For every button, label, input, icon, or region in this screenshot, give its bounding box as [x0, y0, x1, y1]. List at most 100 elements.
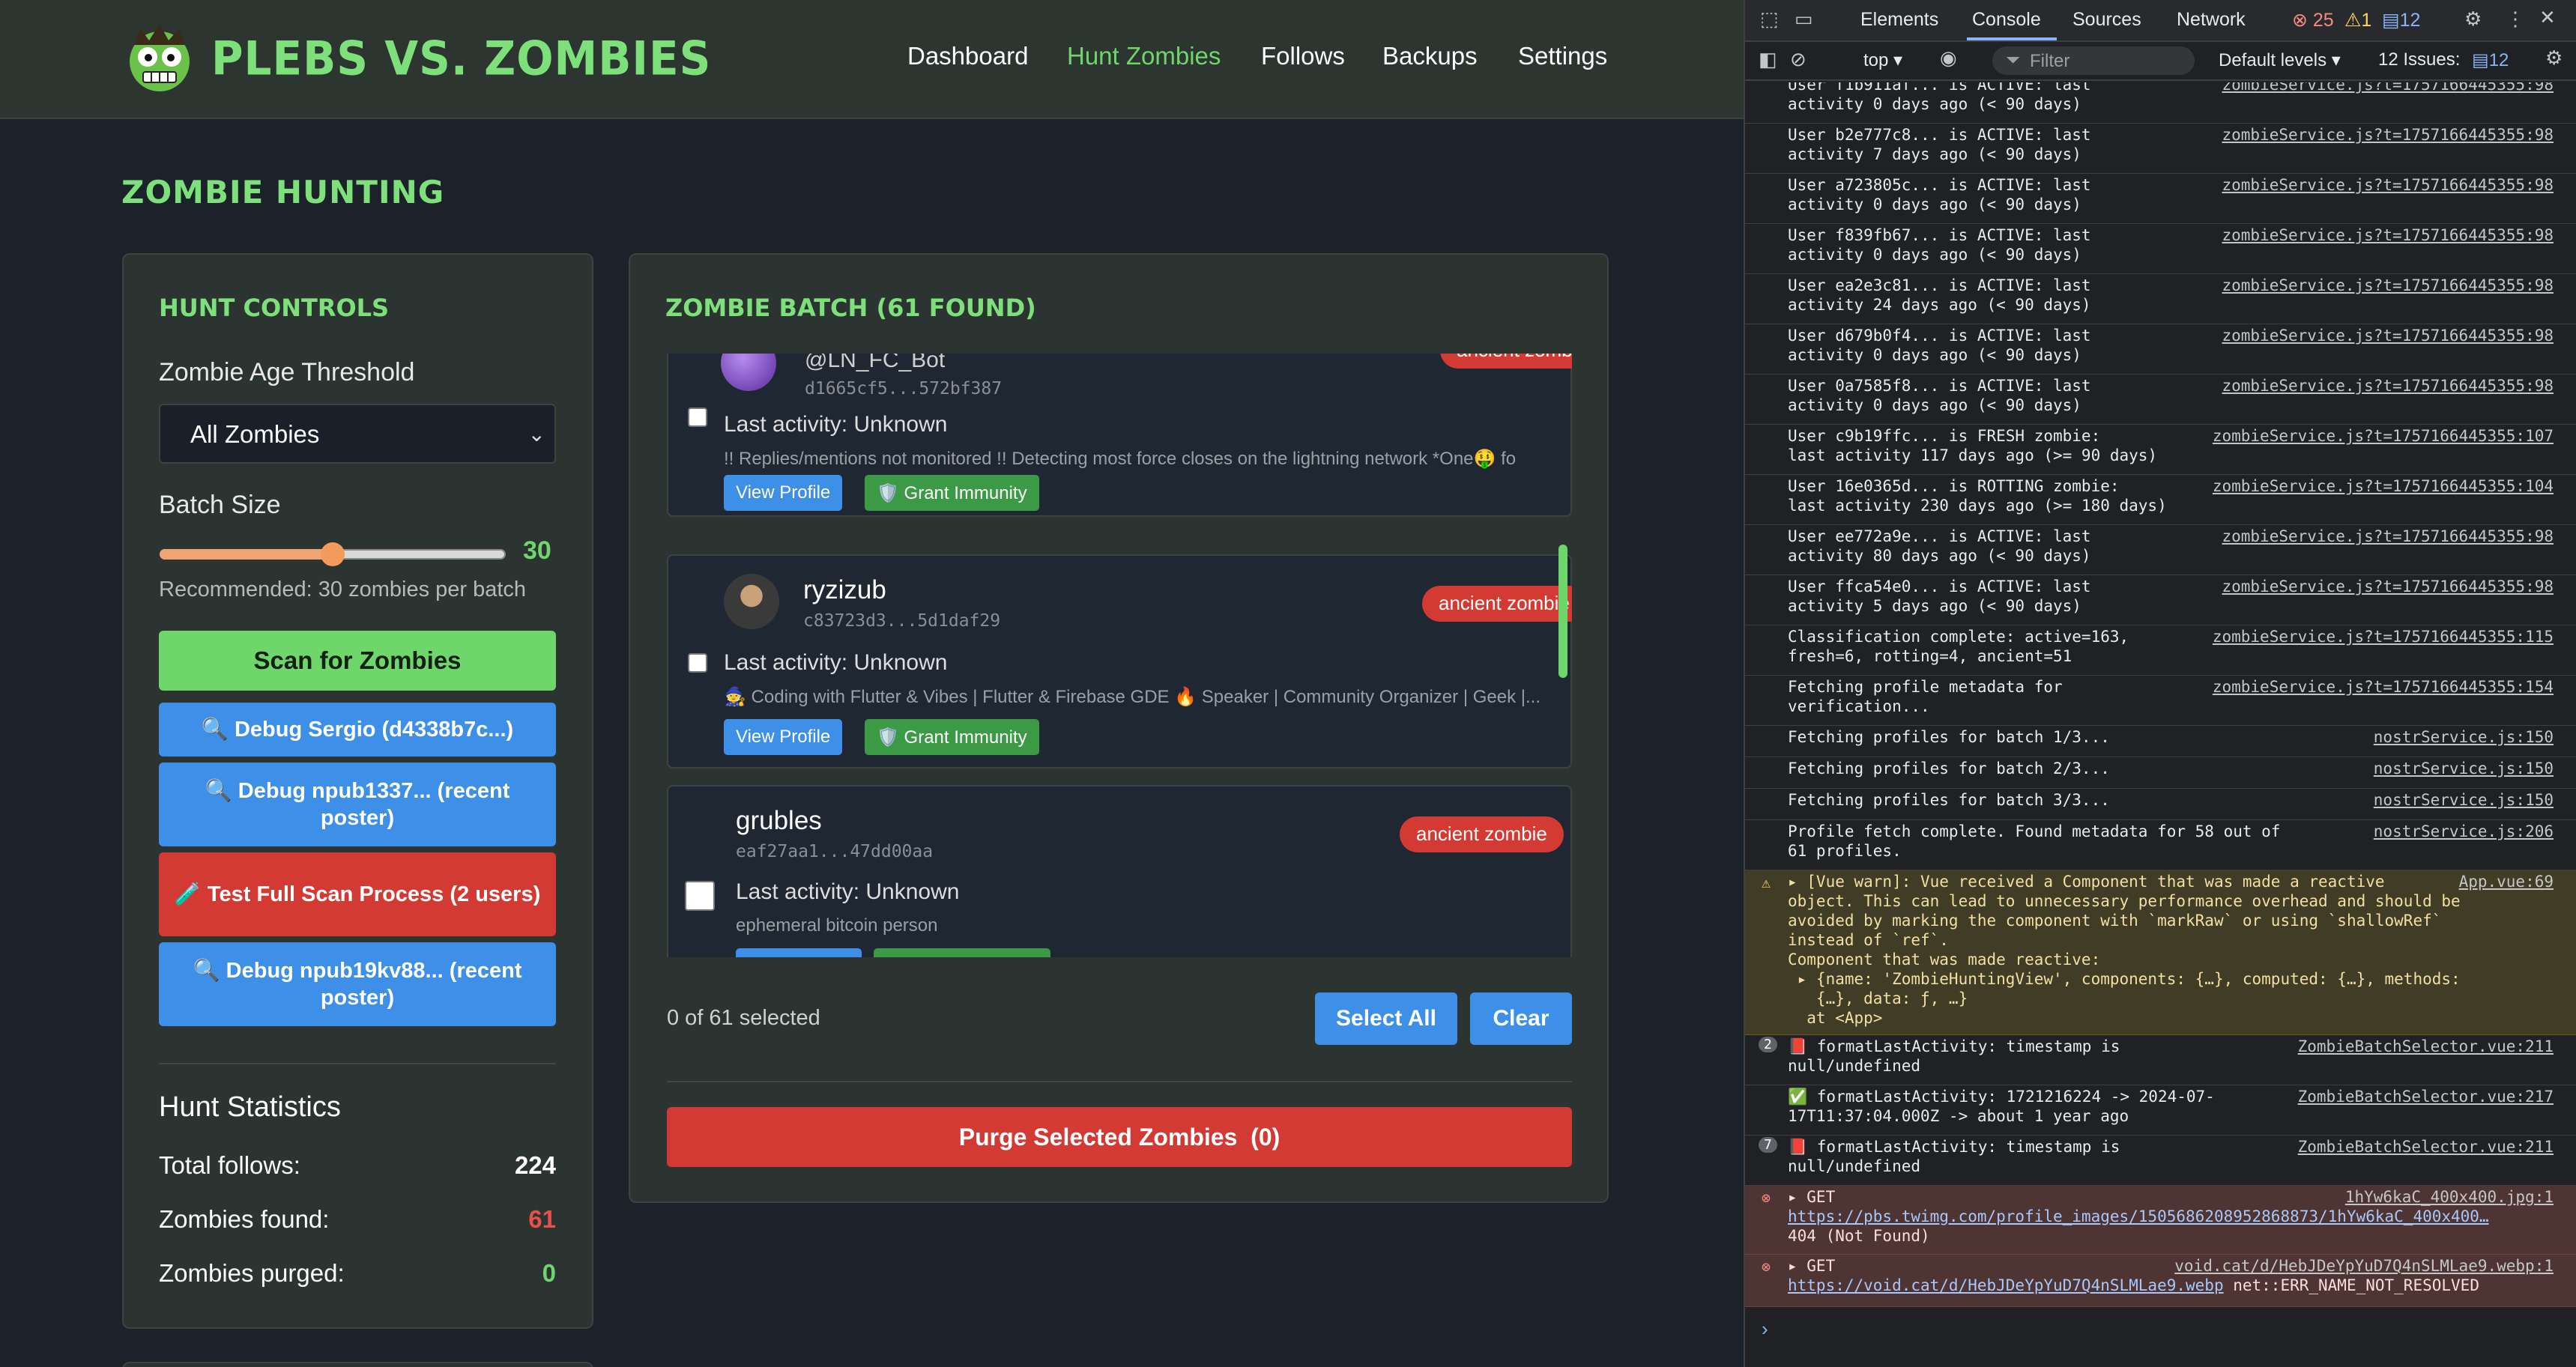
console-source-link[interactable]: zombieService.js?t=1757166445355:107	[2213, 426, 2554, 446]
nav-dashboard[interactable]: Dashboard	[907, 42, 1028, 79]
issues-label[interactable]: 12 Issues:	[2378, 49, 2460, 70]
grant-immunity-button[interactable]: 🛡️ Grant Immunity	[865, 719, 1039, 755]
nav-follows[interactable]: Follows	[1261, 42, 1345, 79]
console-source-link[interactable]: zombieService.js?t=1757166445355:98	[2222, 225, 2554, 245]
console-source-link[interactable]: zombieService.js?t=1757166445355:98	[2222, 326, 2554, 345]
nav-hunt-zombies[interactable]: Hunt Zombies	[1067, 42, 1221, 79]
console-source-link[interactable]: zombieService.js?t=1757166445355:98	[2222, 276, 2554, 295]
zombie-batch-list[interactable]: @LN_FC_Bot d1665cf5...572bf387 Last acti…	[665, 354, 1572, 957]
console-message-text: User ffca54e0... is ACTIVE: last activit…	[1788, 578, 2091, 615]
zombies-purged-value: 0	[542, 1259, 556, 1287]
zombie-card: ryzizub c83723d3...5d1daf29 Last activit…	[667, 554, 1572, 769]
console-source-link[interactable]: nostrService.js:206	[2374, 822, 2554, 841]
device-toolbar-icon[interactable]: ▭	[1795, 7, 1813, 31]
console-message: Fetching profile metadata for verificati…	[1745, 676, 2576, 726]
console-message-text: User a723805c... is ACTIVE: last activit…	[1788, 176, 2091, 213]
nav-backups[interactable]: Backups	[1382, 42, 1478, 79]
sidebar-toggle-icon[interactable]: ◧	[1759, 48, 1777, 71]
log-levels-dropdown[interactable]: Default levels ▾	[2219, 49, 2341, 71]
console-source-link[interactable]: zombieService.js?t=1757166445355:98	[2222, 577, 2554, 596]
console-source-link[interactable]: zombieService.js?t=1757166445355:104	[2213, 476, 2554, 496]
console-message: User ffca54e0... is ACTIVE: last activit…	[1745, 575, 2576, 625]
warning-count-icon[interactable]: ⚠1	[2344, 9, 2371, 31]
console-filter-input[interactable]: ⏷ Filter	[1992, 46, 2195, 75]
batch-scrollbar[interactable]	[1558, 545, 1567, 678]
select-all-button[interactable]: Select All	[1315, 992, 1457, 1045]
view-profile-button[interactable]: View Profile	[724, 719, 843, 755]
console-source-link[interactable]: zombieService.js?t=1757166445355:98	[2222, 376, 2554, 395]
console-source-link[interactable]: nostrService.js:150	[2374, 727, 2554, 747]
zombies-purged-label: Zombies purged:	[159, 1259, 345, 1287]
console-source-link[interactable]: zombieService.js?t=1757166445355:98	[2222, 527, 2554, 546]
console-source-link[interactable]: zombieService.js?t=1757166445355:98	[2222, 175, 2554, 195]
zombie-name[interactable]: @LN_FC_Bot	[805, 354, 945, 373]
issues-count-icon[interactable]: ▤12	[2382, 9, 2420, 31]
zombie-checkbox[interactable]	[688, 653, 707, 673]
issues-badge[interactable]: ▤12	[2472, 49, 2509, 71]
console-prompt[interactable]: ›	[1762, 1318, 1768, 1341]
console-source-link[interactable]: zombieService.js?t=1757166445355:98	[2222, 82, 2554, 94]
debug-sergio-button[interactable]: 🔍 Debug Sergio (d4338b7c...)	[159, 703, 556, 757]
debug-npub19kv88-button[interactable]: 🔍 Debug npub19kv88... (recent poster)	[159, 942, 556, 1026]
inspect-element-icon[interactable]: ⬚	[1760, 7, 1779, 31]
error-icon: ⊗	[1762, 1189, 1771, 1207]
zombie-checkbox[interactable]	[685, 881, 715, 911]
repeat-count-badge: 7	[1759, 1137, 1777, 1153]
more-options-icon[interactable]: ⋮	[2506, 7, 2525, 31]
error-url-link[interactable]: https://void.cat/d/HebJDeYpYuD7Q4nSLMLae…	[1788, 1276, 2224, 1294]
console-message-text: User b2e777c8... is ACTIVE: last activit…	[1788, 126, 2091, 163]
error-status: 404 (Not Found)	[1788, 1227, 1930, 1245]
zombie-name[interactable]: ryzizub	[803, 575, 886, 605]
console-source-link[interactable]: ZombieBatchSelector.vue:211	[2298, 1037, 2554, 1056]
error-count-icon[interactable]: ⊗ 25	[2292, 9, 2334, 31]
tab-network[interactable]: Network	[2177, 9, 2246, 31]
brand-title[interactable]: PLEBS VS. ZOMBIES	[211, 31, 711, 85]
zombie-name[interactable]: grubles	[736, 806, 822, 836]
nav-settings[interactable]: Settings	[1518, 42, 1607, 79]
age-threshold-label: Zombie Age Threshold	[159, 358, 415, 387]
grant-immunity-button[interactable]: 🛡️ Grant Immunity	[865, 475, 1039, 511]
tab-elements[interactable]: Elements	[1860, 9, 1938, 31]
tab-sources[interactable]: Sources	[2072, 9, 2141, 31]
purge-selected-button[interactable]: Purge Selected Zombies (0)	[667, 1107, 1572, 1167]
clear-button[interactable]: Clear	[1470, 992, 1572, 1045]
debug-npub1337-button[interactable]: 🔍 Debug npub1337... (recent poster)	[159, 763, 556, 846]
tab-console[interactable]: Console	[1972, 9, 2041, 31]
console-settings-gear-icon[interactable]: ⚙	[2545, 46, 2563, 70]
console-message-text: User f1b911af... is ACTIVE: last activit…	[1788, 82, 2091, 113]
top-navbar: PLEBS VS. ZOMBIES Dashboard Hunt Zombies…	[0, 0, 1744, 119]
age-threshold-select[interactable]: All Zombies ⌄	[159, 404, 556, 464]
grant-immunity-button[interactable]	[874, 948, 1050, 957]
test-full-scan-button[interactable]: 🧪 Test Full Scan Process (2 users)	[159, 852, 556, 936]
console-source-link[interactable]: nostrService.js:150	[2374, 759, 2554, 778]
console-source-link[interactable]: nostrService.js:150	[2374, 790, 2554, 810]
total-follows-value: 224	[514, 1151, 556, 1179]
context-selector[interactable]: top ▾	[1863, 49, 1902, 71]
console-source-link[interactable]: zombieService.js?t=1757166445355:98	[2222, 125, 2554, 145]
batch-size-slider-thumb[interactable]	[321, 542, 345, 566]
console-message: User b2e777c8... is ACTIVE: last activit…	[1745, 124, 2576, 174]
error-method: ▸ GET	[1788, 1257, 1836, 1275]
console-source-link[interactable]: zombieService.js?t=1757166445355:115	[2213, 627, 2554, 646]
settings-gear-icon[interactable]: ⚙	[2464, 7, 2482, 31]
view-profile-button[interactable]	[736, 948, 862, 957]
error-url-link[interactable]: https://pbs.twimg.com/profile_images/150…	[1788, 1207, 2489, 1225]
zombie-checkbox[interactable]	[688, 407, 707, 427]
error-source-link[interactable]: 1hYw6kaC_400x400.jpg:1	[2345, 1187, 2554, 1207]
zombie-batch-title: ZOMBIE BATCH (61 FOUND)	[665, 294, 1036, 322]
scan-for-zombies-button[interactable]: Scan for Zombies	[159, 631, 556, 691]
view-profile-button[interactable]: View Profile	[724, 475, 843, 511]
clear-console-icon[interactable]: ⊘	[1790, 48, 1806, 71]
console-source-link[interactable]: ZombieBatchSelector.vue:217	[2298, 1087, 2554, 1106]
close-icon[interactable]: ✕	[2539, 6, 2556, 29]
console-log-area[interactable]: User f1b911af... is ACTIVE: last activit…	[1745, 82, 2576, 1367]
console-source-link[interactable]: zombieService.js?t=1757166445355:154	[2213, 677, 2554, 697]
error-source-link[interactable]: void.cat/d/HebJDeYpYuD7Q4nSLMLae9.webp:1	[2174, 1256, 2554, 1276]
console-source-link[interactable]: App.vue:69	[2459, 872, 2554, 891]
live-expression-eye-icon[interactable]: ◉	[1940, 46, 1957, 70]
batch-size-hint: Recommended: 30 zombies per batch	[159, 578, 527, 601]
avatar	[724, 574, 779, 629]
console-source-link[interactable]: ZombieBatchSelector.vue:211	[2298, 1137, 2554, 1157]
error-method: ▸ GET	[1788, 1188, 1836, 1206]
error-status: net::ERR_NAME_NOT_RESOLVED	[2223, 1276, 2479, 1294]
